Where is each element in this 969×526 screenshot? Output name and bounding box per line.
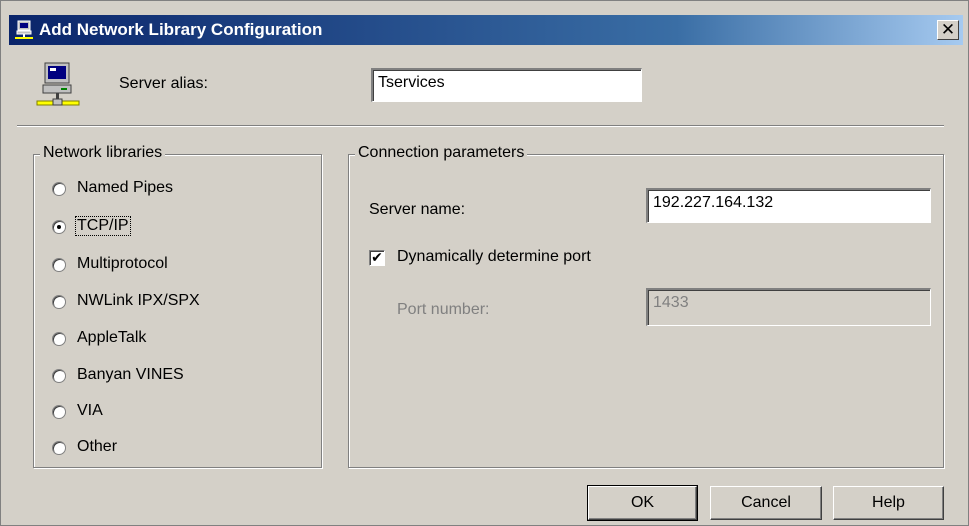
server-alias-label: Server alias: [119,75,208,92]
dynamic-port-checkbox[interactable]: ✔ [369,250,385,266]
radio-button[interactable] [52,369,66,383]
radio-button[interactable] [52,405,66,419]
radio-label: Named Pipes [77,179,174,196]
radio-button[interactable] [52,220,66,234]
radio-button[interactable] [52,258,66,272]
title-bar[interactable]: Add Network Library Configuration ✕ [9,15,963,45]
port-number-input: 1433 [646,288,931,326]
radio-label: VIA [77,402,103,419]
radio-label: NWLink IPX/SPX [77,292,200,309]
network-libraries-group: Network libraries Named Pipes TCP/IP Mul… [33,144,322,468]
network-libraries-label: Network libraries [40,144,166,162]
radio-label: Multiprotocol [77,255,168,272]
radio-label: Other [77,438,118,455]
radio-button[interactable] [52,332,66,346]
network-computer-icon [15,20,33,39]
checkmark-icon: ✔ [371,249,383,265]
header-separator [17,125,944,127]
radio-button[interactable] [52,295,66,309]
cancel-button[interactable]: Cancel [710,486,822,520]
server-name-input[interactable]: 192.227.164.132 [646,188,931,223]
computer-network-icon [36,62,80,106]
port-number-label: Port number: [397,301,490,318]
ok-button[interactable]: OK [587,485,698,521]
radio-button[interactable] [52,182,66,196]
close-icon: ✕ [940,20,956,39]
radio-button[interactable] [52,441,66,455]
connection-parameters-label: Connection parameters [355,144,528,162]
help-button[interactable]: Help [833,486,944,520]
window-title: Add Network Library Configuration [39,20,323,39]
dynamic-port-label[interactable]: Dynamically determine port [397,248,591,266]
server-alias-input[interactable]: Tservices [371,68,642,102]
dialog-window: Add Network Library Configuration ✕ Serv… [0,0,969,526]
close-button[interactable]: ✕ [937,20,959,40]
radio-label: Banyan VINES [77,366,184,383]
server-name-label: Server name: [369,201,466,218]
radio-label: TCP/IP [75,216,131,236]
radio-selected-dot [57,225,61,229]
radio-label: AppleTalk [77,329,147,346]
